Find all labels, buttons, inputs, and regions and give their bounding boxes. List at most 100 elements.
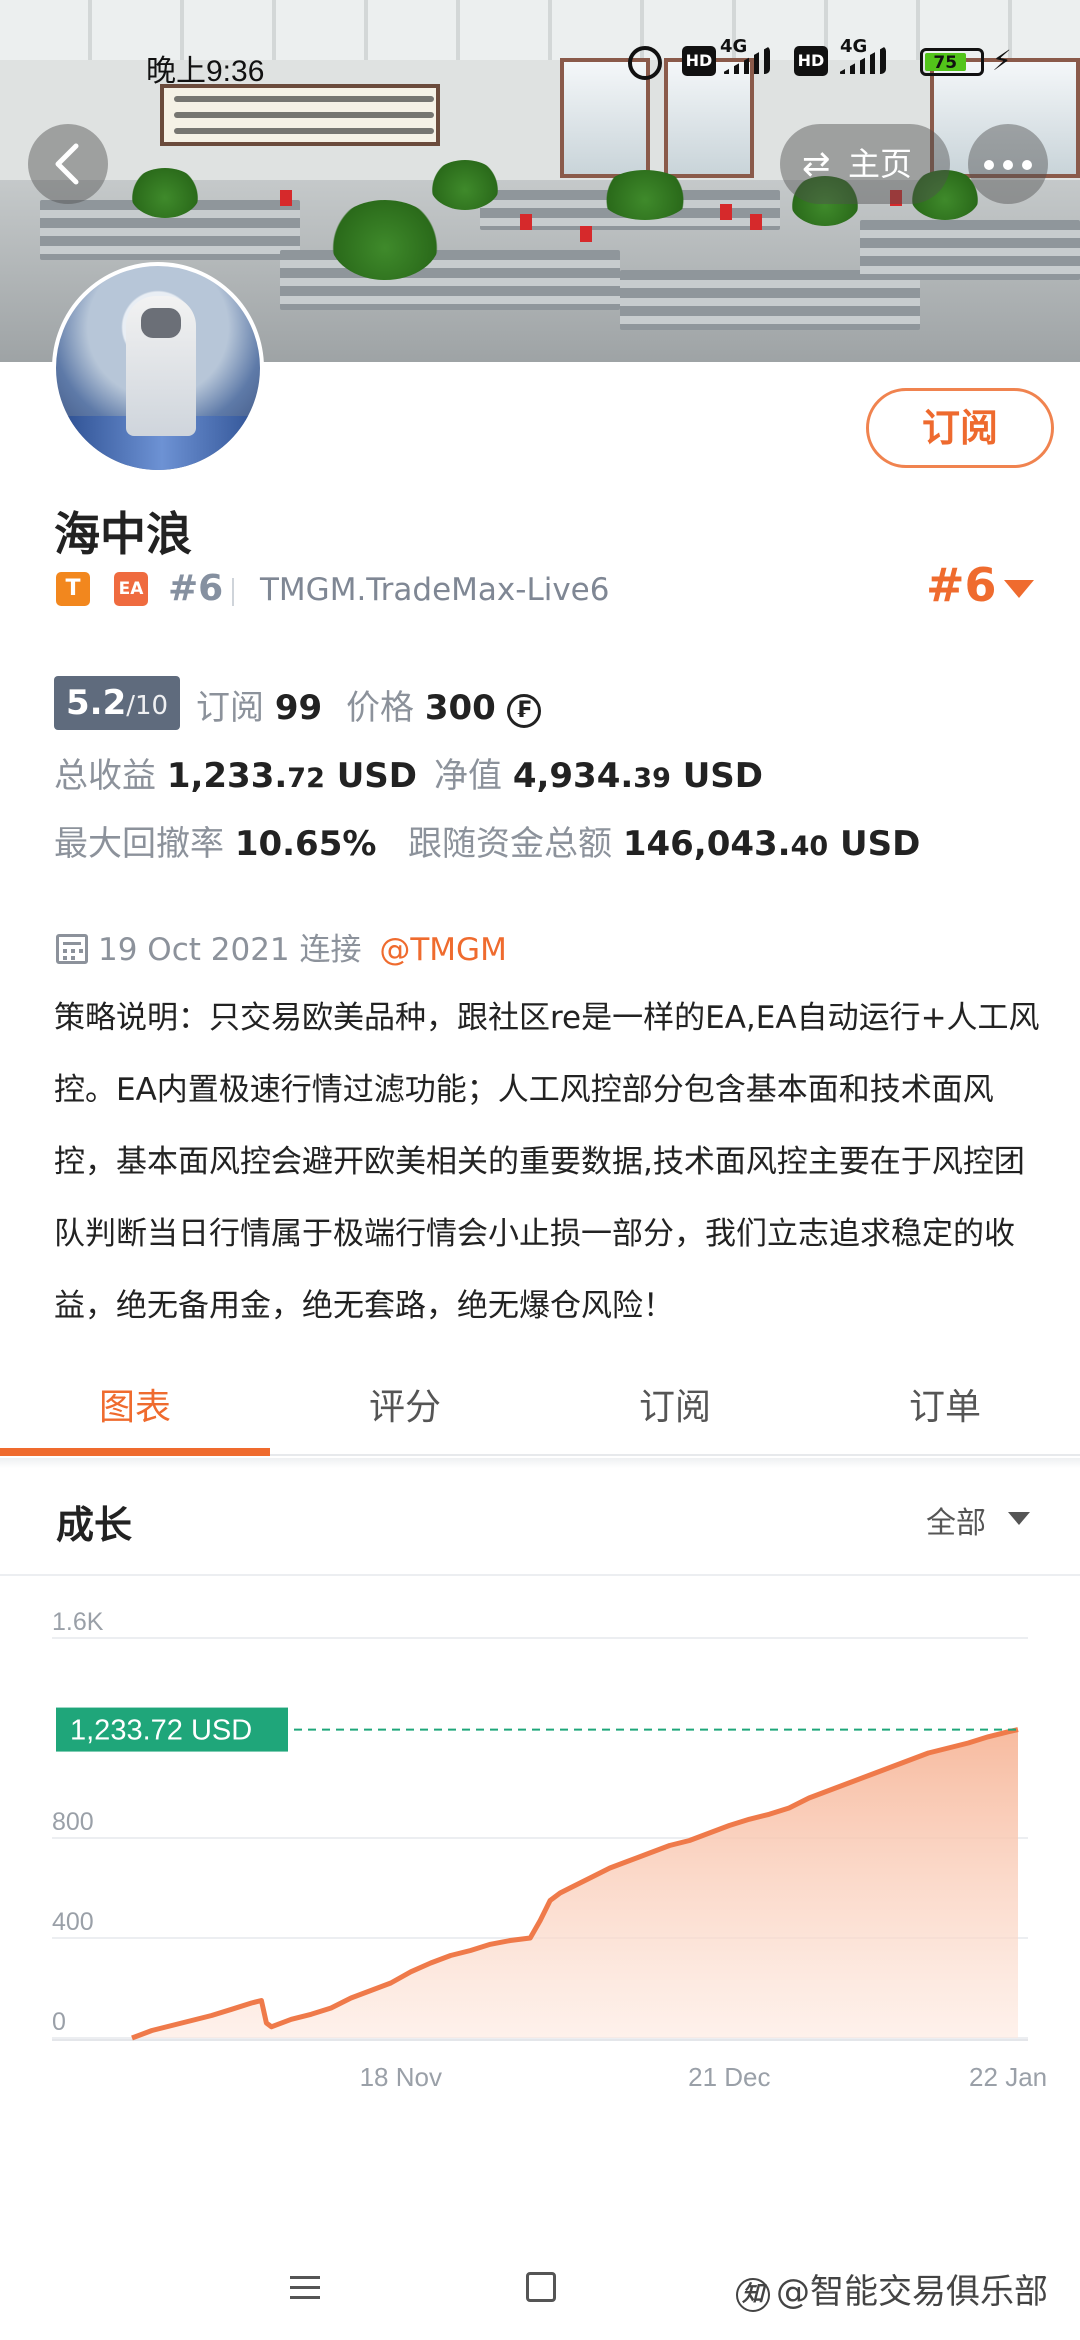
equity-int: 4,934. bbox=[512, 756, 634, 796]
y-axis-labels: 0 400 800 1.6K bbox=[52, 1608, 104, 2036]
rank-label: #6 bbox=[168, 568, 224, 609]
rating-value: 5.2 bbox=[66, 683, 127, 723]
network-label: 4G bbox=[720, 36, 748, 57]
drawdown-value: 10.65% bbox=[234, 824, 377, 864]
home-button[interactable]: ⇄ 主页 bbox=[780, 124, 950, 204]
tab-rating[interactable]: 评分 bbox=[270, 1360, 540, 1456]
cover-flag bbox=[720, 204, 732, 220]
divider bbox=[232, 578, 234, 606]
growth-chart[interactable]: 0 400 800 1.6K 1,233.72 USD 18 Nov 21 Dec 22 … bbox=[0, 1590, 1080, 2230]
status-icons: HD 4G HD 4G 75 ⚡ bbox=[628, 36, 1018, 80]
battery-level: 75 bbox=[925, 53, 966, 73]
rating-denominator: /10 bbox=[126, 691, 169, 721]
swap-icon: ⇄ bbox=[802, 144, 831, 184]
follow-label: 跟随资金总额 bbox=[408, 824, 612, 864]
watermark: 知 @智能交易俱乐部 bbox=[736, 2264, 1048, 2313]
equity: 净值 4,934.39 USD bbox=[434, 748, 763, 797]
back-arrow-icon bbox=[55, 143, 79, 185]
cover-calligraphy bbox=[160, 84, 440, 146]
divider bbox=[0, 1574, 1080, 1576]
status-bar: 晚上9:36 HD 4G HD 4G 75 ⚡ bbox=[0, 36, 1080, 88]
home-button-label: 主页 bbox=[848, 145, 913, 183]
more-dot-icon bbox=[984, 160, 994, 170]
badge-t: T bbox=[56, 572, 90, 606]
alarm-icon bbox=[628, 46, 662, 80]
cover-flag bbox=[520, 214, 532, 230]
network-label: 4G bbox=[840, 36, 868, 57]
caret-down-icon[interactable] bbox=[1004, 580, 1034, 598]
menu-line-icon bbox=[290, 2296, 320, 2299]
connection-date: 19 Oct 2021 bbox=[98, 932, 290, 968]
hd-icon: HD bbox=[794, 46, 828, 76]
profit-int: 1,233. bbox=[166, 756, 288, 796]
cover-plant bbox=[330, 200, 440, 280]
equity-unit: USD bbox=[682, 756, 764, 796]
range-filter[interactable]: 全部 bbox=[926, 1498, 986, 1542]
cover-plant bbox=[600, 170, 690, 220]
cover-plant bbox=[130, 168, 200, 218]
profit-dec: 72 bbox=[287, 763, 325, 794]
watermark-text: @智能交易俱乐部 bbox=[776, 2272, 1048, 2312]
subscribe-button[interactable]: 订阅 bbox=[866, 388, 1054, 468]
hd-icon: HD bbox=[682, 46, 716, 76]
rank-selector[interactable]: #6 bbox=[926, 558, 997, 612]
cover-flag bbox=[750, 214, 762, 230]
follow-funds: 跟随资金总额 146,043.40 USD bbox=[408, 816, 920, 865]
connection-label: 连接 bbox=[299, 932, 362, 968]
drawdown-label: 最大回撤率 bbox=[54, 824, 224, 864]
recents-button[interactable] bbox=[290, 2274, 320, 2302]
y-tick-label: 1.6K bbox=[52, 1608, 104, 1636]
y-tick-label: 800 bbox=[52, 1808, 94, 1836]
rating-badge: 5.2/10 bbox=[54, 676, 181, 730]
cover-desk bbox=[860, 220, 1080, 280]
broker-link[interactable]: @TMGM bbox=[379, 932, 506, 968]
zhihu-icon: 知 bbox=[736, 2278, 770, 2312]
menu-line-icon bbox=[290, 2286, 320, 2289]
cover-plant bbox=[430, 160, 500, 210]
subs-value: 99 bbox=[274, 688, 323, 728]
y-tick-label: 400 bbox=[52, 1908, 94, 1936]
server-name: TMGM.TradeMax-Live6 bbox=[260, 572, 610, 608]
price: 价格 300 ₣ bbox=[346, 680, 541, 729]
back-button[interactable] bbox=[28, 124, 108, 204]
avatar[interactable] bbox=[52, 262, 264, 474]
x-tick-label: 22 Jan bbox=[969, 2062, 1047, 2092]
subs-label: 订阅 bbox=[196, 688, 264, 728]
profit-label: 总收益 bbox=[54, 756, 156, 796]
tab-orders[interactable]: 订单 bbox=[810, 1360, 1080, 1456]
cover-flag bbox=[580, 226, 592, 242]
max-drawdown: 最大回撤率 10.65% bbox=[54, 816, 376, 865]
more-dot-icon bbox=[1022, 160, 1032, 170]
system-nav-bar: 知 @智能交易俱乐部 bbox=[0, 2230, 1080, 2340]
subscriber-count: 订阅 99 bbox=[196, 680, 322, 729]
section-title: 成长 bbox=[56, 1503, 133, 1547]
equity-dec: 39 bbox=[633, 763, 671, 794]
current-value-label: 1,233.72 USD bbox=[70, 1715, 252, 1747]
badge-ea: EA bbox=[114, 572, 148, 606]
follow-dec: 40 bbox=[790, 831, 829, 862]
strategy-description: 策略说明：只交易欧美品种，跟社区re是一样的EA,EA自动运行+人工风控。EA内… bbox=[54, 1000, 1040, 1324]
x-tick-label: 18 Nov bbox=[360, 2062, 442, 2092]
x-axis-labels: 18 Nov 21 Dec 22 Jan bbox=[360, 2062, 1048, 2092]
x-tick-label: 21 Dec bbox=[688, 2062, 770, 2092]
battery-icon: 75 bbox=[920, 48, 984, 76]
price-value: 300 bbox=[424, 688, 496, 728]
caret-down-icon[interactable] bbox=[1008, 1512, 1030, 1525]
cover-flag bbox=[280, 190, 292, 206]
charging-icon: ⚡ bbox=[992, 44, 1012, 77]
tab-bar: 图表 评分 订阅 订单 bbox=[0, 1360, 1080, 1456]
tab-chart[interactable]: 图表 bbox=[0, 1360, 270, 1456]
home-nav-button[interactable] bbox=[526, 2272, 556, 2302]
calendar-icon bbox=[56, 934, 88, 964]
more-options-button[interactable] bbox=[968, 124, 1048, 204]
equity-label: 净值 bbox=[434, 756, 502, 796]
trader-name: 海中浪 bbox=[54, 507, 192, 561]
profit-unit: USD bbox=[336, 756, 418, 796]
more-dot-icon bbox=[1003, 160, 1013, 170]
price-label: 价格 bbox=[346, 688, 414, 728]
follow-int: 146,043. bbox=[622, 824, 791, 864]
status-time: 晚上9:36 bbox=[146, 55, 265, 88]
tab-subscription[interactable]: 订阅 bbox=[540, 1360, 810, 1456]
avatar-visor bbox=[141, 308, 181, 338]
cover-desk bbox=[280, 250, 620, 310]
